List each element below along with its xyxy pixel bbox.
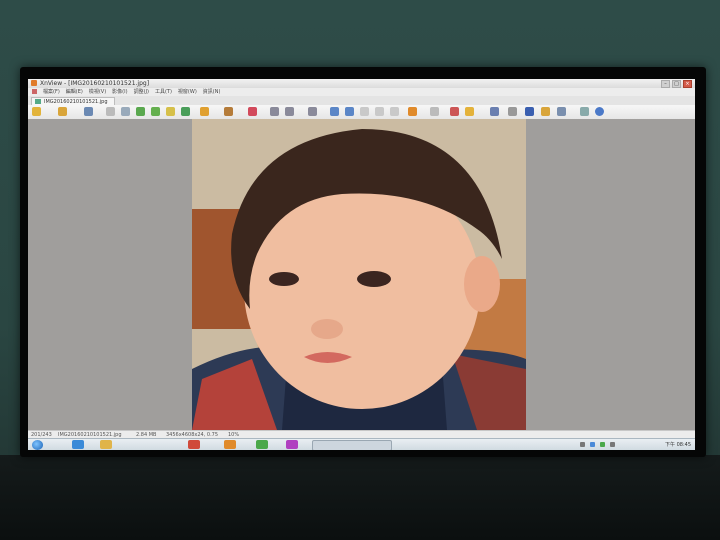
- ie-icon[interactable]: [72, 440, 84, 449]
- edit-icon[interactable]: [166, 107, 175, 116]
- zoom-out-icon[interactable]: [308, 107, 317, 116]
- find-icon[interactable]: [490, 107, 499, 116]
- resize-icon[interactable]: [224, 107, 233, 116]
- zoom-fit-icon[interactable]: [285, 107, 294, 116]
- window-controls: – □ ×: [661, 80, 692, 88]
- title-bar: XnView - [IMG20160210101521.jpg] – □ ×: [28, 79, 695, 88]
- filter-icon[interactable]: [200, 107, 209, 116]
- save-icon[interactable]: [106, 107, 115, 116]
- close-button[interactable]: ×: [683, 80, 692, 88]
- xnview-app-icon: [31, 80, 37, 86]
- menu-view[interactable]: 檢視(V): [89, 88, 106, 96]
- tray-arrow-icon[interactable]: [580, 442, 585, 447]
- menu-adjust[interactable]: 調整(J): [134, 88, 149, 96]
- properties-icon[interactable]: [557, 107, 566, 116]
- menu-tools[interactable]: 工具(T): [155, 88, 172, 96]
- screen: XnView - [IMG20160210101521.jpg] – □ × 檔…: [28, 79, 695, 450]
- menu-file[interactable]: 檔案(F): [43, 88, 60, 96]
- xnview-task-button[interactable]: [312, 440, 392, 450]
- image-file-icon: [35, 99, 41, 104]
- minimize-button[interactable]: –: [661, 80, 670, 88]
- app-gem-icon[interactable]: [286, 440, 298, 449]
- chrome-icon[interactable]: [256, 440, 268, 449]
- compare-icon[interactable]: [430, 107, 439, 116]
- zoom-in-icon[interactable]: [270, 107, 279, 116]
- start-button[interactable]: [32, 440, 43, 450]
- media-player-icon[interactable]: [188, 440, 200, 449]
- photo-child-portrait: [192, 119, 526, 430]
- menu-window[interactable]: 視窗(W): [178, 88, 197, 96]
- settings-icon[interactable]: [580, 107, 589, 116]
- menu-bar: 檔案(F) 編輯(E) 檢視(V) 影像(I) 調整(J) 工具(T) 視窗(W…: [28, 88, 695, 96]
- maximize-button[interactable]: □: [672, 80, 681, 88]
- info-icon[interactable]: [595, 107, 604, 116]
- explorer-icon[interactable]: [100, 440, 112, 449]
- menu-edit[interactable]: 編輯(E): [66, 88, 83, 96]
- last-icon[interactable]: [375, 107, 384, 116]
- windows-taskbar: 下午 08:45: [28, 438, 695, 450]
- menu-info[interactable]: 資訊(N): [203, 88, 221, 96]
- firefox-icon[interactable]: [224, 440, 236, 449]
- menu-app-icon: [32, 89, 37, 94]
- print-icon[interactable]: [121, 107, 130, 116]
- favorite-icon[interactable]: [248, 107, 257, 116]
- tray-app-icon[interactable]: [600, 442, 605, 447]
- export-icon[interactable]: [151, 107, 160, 116]
- adjust-icon[interactable]: [181, 107, 190, 116]
- taskbar-clock[interactable]: 下午 08:45: [665, 439, 691, 450]
- flip-icon[interactable]: [465, 107, 474, 116]
- open-folder-icon[interactable]: [58, 107, 67, 116]
- browser-icon[interactable]: [32, 107, 41, 116]
- printer-icon[interactable]: [508, 107, 517, 116]
- display-icon[interactable]: [525, 107, 534, 116]
- toolbar: [28, 105, 695, 120]
- menu-image[interactable]: 影像(I): [112, 88, 127, 96]
- gallery-icon[interactable]: [541, 107, 550, 116]
- crop-icon[interactable]: [450, 107, 459, 116]
- slideshow-icon[interactable]: [408, 107, 417, 116]
- volume-icon[interactable]: [610, 442, 615, 447]
- rotate-icon[interactable]: [390, 107, 399, 116]
- fullscreen-icon[interactable]: [84, 107, 93, 116]
- previous-icon[interactable]: [330, 107, 339, 116]
- photo-drawing: [192, 119, 526, 430]
- window-title: XnView - [IMG20160210101521.jpg]: [40, 80, 150, 87]
- image-viewer[interactable]: [28, 119, 695, 430]
- next-icon[interactable]: [345, 107, 354, 116]
- desk-surface: [0, 455, 720, 540]
- tray-network-icon[interactable]: [590, 442, 595, 447]
- refresh-icon[interactable]: [136, 107, 145, 116]
- first-icon[interactable]: [360, 107, 369, 116]
